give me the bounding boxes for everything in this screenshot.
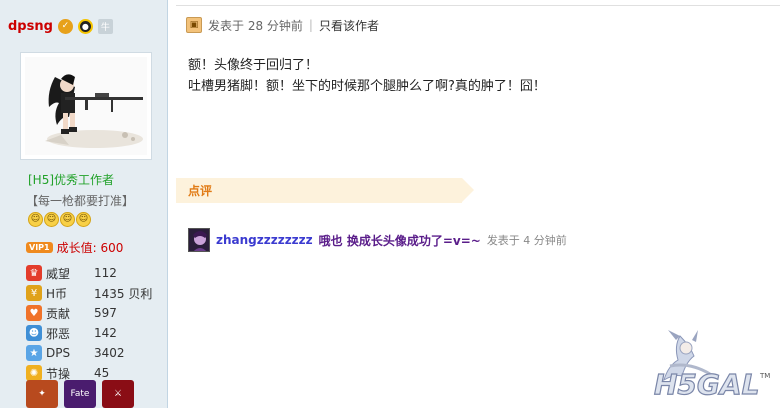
- smiley-icon: ☺: [28, 212, 43, 227]
- top-divider: [176, 5, 780, 6]
- review-header: 点评: [176, 178, 474, 203]
- stat-value: 3402: [94, 346, 125, 360]
- vip-badge[interactable]: VIP1: [26, 242, 53, 253]
- review-label: 点评: [188, 184, 213, 198]
- avatar[interactable]: [20, 52, 152, 160]
- qq-icon[interactable]: ●: [77, 18, 93, 34]
- bulb-icon: ✺: [26, 365, 42, 381]
- stat-value: 112: [94, 266, 117, 280]
- stat-row: ☻ 邪恶 142: [26, 323, 152, 343]
- stat-row: ★ DPS 3402: [26, 343, 152, 363]
- only-author-link[interactable]: 只看该作者: [319, 17, 379, 34]
- star-icon: ★: [26, 345, 42, 361]
- smiley-icon: ☺: [76, 212, 91, 227]
- watermark-text: H5GAL: [654, 368, 759, 401]
- medal-badge[interactable]: ⚔: [102, 380, 134, 408]
- heart-icon: ♥: [26, 305, 42, 321]
- stat-value: 142: [94, 326, 117, 340]
- avatar-image: [25, 57, 147, 155]
- medal-list: ✦ Fate ⚔: [26, 380, 134, 408]
- growth-row: VIP1 成长值: 600: [26, 239, 123, 256]
- user-sidebar: dpsng ✓ ● 牛 [H5]优秀工作者 【每一枪都要打准】 ☺ ☺ ☺ ☺ …: [0, 0, 168, 408]
- user-stats: ♛ 威望 112 ¥ H币 1435 贝利 ♥ 贡献 597 ☻ 邪恶 142 …: [26, 263, 152, 383]
- online-status-icon: ▣: [186, 17, 202, 33]
- stat-label: 贡献: [46, 306, 71, 321]
- post-time: 发表于 28 分钟前: [208, 18, 303, 33]
- rank-stars: ☺ ☺ ☺ ☺: [28, 212, 91, 227]
- stat-label: 节操: [46, 366, 71, 381]
- smiley-icon: ☺: [44, 212, 59, 227]
- user-group[interactable]: [H5]优秀工作者: [28, 171, 114, 188]
- smiley-icon: ☺: [60, 212, 75, 227]
- site-logo-watermark: H5GAL TM: [640, 326, 776, 406]
- post-line: 额！头像终于回归了！: [188, 58, 319, 73]
- coins-icon: ¥: [26, 285, 42, 301]
- devil-icon: ☻: [26, 325, 42, 341]
- stat-value: 1435 贝利: [94, 286, 153, 301]
- stat-label: 威望: [46, 266, 71, 281]
- post-meta: ▣ 发表于 28 分钟前 | 只看该作者: [186, 16, 379, 34]
- medal-badge[interactable]: ✦: [26, 380, 58, 408]
- commenter-username[interactable]: zhangzzzzzzzz: [216, 233, 313, 247]
- gender-icon: 牛: [97, 18, 113, 34]
- user-motto: 【每一枪都要打准】: [26, 194, 135, 208]
- crown-icon: ♛: [26, 265, 42, 281]
- stat-label: H币: [46, 286, 68, 301]
- stat-value: 45: [94, 366, 110, 380]
- stat-row: ♛ 威望 112: [26, 263, 152, 283]
- growth-value[interactable]: 成长值: 600: [57, 239, 124, 256]
- comment-text: 哦也 换成长头像成功了=v=~: [318, 233, 481, 248]
- medal-badge[interactable]: Fate: [64, 380, 96, 408]
- stat-value: 597: [94, 306, 117, 320]
- stat-row: ♥ 贡献 597: [26, 303, 152, 323]
- stat-label: 邪恶: [46, 326, 71, 341]
- stat-row: ¥ H币 1435 贝利: [26, 283, 152, 303]
- trademark-mark: TM: [759, 372, 770, 380]
- stat-label: DPS: [46, 346, 71, 360]
- comment-time: 发表于 4 分钟前: [486, 234, 567, 247]
- verified-icon: ✓: [57, 18, 73, 34]
- post-content: 额！头像终于回归了！ 吐槽男猪脚！额！坐下的时候那个腿肿么了啊?真的肿了！囧！: [188, 55, 748, 97]
- commenter-avatar[interactable]: [188, 228, 210, 252]
- review-comment: zhangzzzzzzzz 哦也 换成长头像成功了=v=~ 发表于 4 分钟前: [188, 228, 567, 252]
- post-line: 吐槽男猪脚！额！坐下的时候那个腿肿么了啊?真的肿了！囧！: [188, 79, 546, 94]
- username-row: dpsng ✓ ● 牛: [8, 16, 113, 36]
- username-link[interactable]: dpsng: [8, 19, 53, 34]
- meta-separator: |: [308, 18, 313, 32]
